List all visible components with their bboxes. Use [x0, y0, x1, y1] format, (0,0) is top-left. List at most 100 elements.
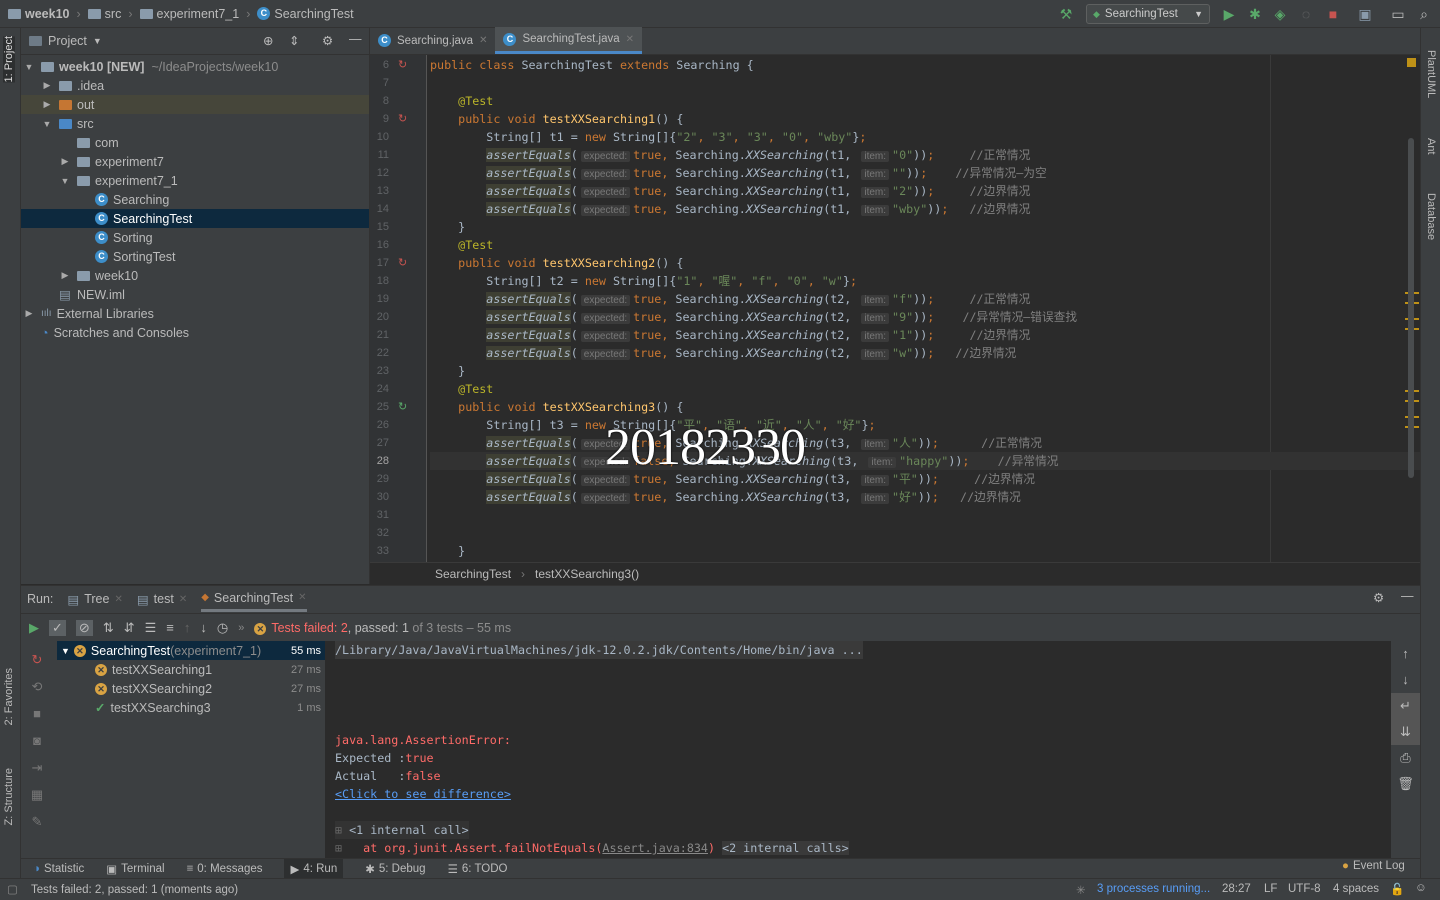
fold-icon[interactable]: ⊞: [335, 823, 349, 837]
collapse-all-icon[interactable]: ⇕: [289, 33, 299, 48]
click-to-see-difference-link[interactable]: <Click to see difference>: [335, 785, 511, 803]
hide-icon[interactable]: —: [1401, 589, 1414, 603]
run-icon[interactable]: ▶: [1221, 6, 1237, 22]
stop-icon[interactable]: ■: [1325, 6, 1341, 22]
expand-arrow-icon[interactable]: ▶: [23, 308, 35, 319]
console-output[interactable]: /Library/Java/JavaVirtualMachines/jdk-12…: [325, 641, 1391, 859]
pin-icon[interactable]: ✎: [27, 808, 47, 835]
up-icon[interactable]: ↑: [1391, 641, 1420, 667]
expand-arrow-icon[interactable]: ▶: [41, 80, 53, 91]
code-line[interactable]: assertEquals(expected: true, Searching.XX…: [430, 488, 1420, 506]
code-line[interactable]: }: [430, 218, 1420, 236]
tool-tab-run[interactable]: ▶ 4: Run: [284, 858, 344, 879]
code-line[interactable]: String[] t3 = new String[]{"平", "语", "近"…: [430, 416, 1420, 434]
code-area[interactable]: public class SearchingTest extends Searc…: [370, 55, 1420, 562]
favorites-tool-button[interactable]: 2: Favorites: [3, 668, 15, 725]
crumb-src[interactable]: src: [105, 7, 122, 21]
breadcrumb-class[interactable]: SearchingTest: [435, 567, 511, 581]
code-line[interactable]: assertEquals(expected: true, Searching.XX…: [430, 434, 1420, 452]
code-line[interactable]: assertEquals(expected: true, Searching.XX…: [430, 182, 1420, 200]
soft-wrap-icon[interactable]: ↵: [1391, 693, 1420, 719]
project-tree-item[interactable]: C Sorting: [21, 228, 369, 247]
expand-all-icon[interactable]: ☰: [145, 620, 157, 636]
code-line[interactable]: }: [430, 362, 1420, 380]
run-tab-searchingtest[interactable]: ◆ SearchingTest ✕: [201, 586, 307, 612]
camera-icon[interactable]: ◙: [27, 727, 47, 754]
crumb-week10[interactable]: week10: [25, 7, 69, 21]
code-line[interactable]: assertEquals(expected: true, Searching.XX…: [430, 146, 1420, 164]
code-line[interactable]: assertEquals(expected: false, Searching.X…: [430, 452, 1420, 470]
test-tree-item[interactable]: ✕ testXXSearching1 27 ms: [57, 660, 325, 679]
fold-icon[interactable]: ⊞: [335, 841, 363, 855]
collapse-all-icon[interactable]: ≡: [166, 620, 174, 635]
sort-duration-icon[interactable]: ⇵: [124, 620, 135, 636]
project-tree-item[interactable]: ◔ Scratches and Consoles: [21, 323, 369, 342]
debug-icon[interactable]: ✱: [1247, 6, 1263, 22]
project-tree-item[interactable]: com: [21, 133, 369, 152]
database-tool-button[interactable]: Database: [1425, 193, 1437, 240]
project-tree-item[interactable]: ▶ ıılı External Libraries: [21, 304, 369, 323]
test-tree-item[interactable]: ▼ ✕ SearchingTest (experiment7_1) 55 ms: [57, 641, 325, 660]
indent-setting[interactable]: 4 spaces: [1333, 883, 1379, 895]
close-icon[interactable]: ✕: [298, 592, 306, 603]
export-icon[interactable]: ⇥: [27, 754, 47, 781]
tool-tab-messages[interactable]: ≡ 0: Messages: [187, 863, 263, 875]
lock-icon[interactable]: 🔓: [1390, 882, 1404, 896]
crumb-class[interactable]: SearchingTest: [274, 7, 353, 21]
project-tree-item[interactable]: C Searching: [21, 190, 369, 209]
project-tree-item[interactable]: ▼ experiment7_1: [21, 171, 369, 190]
code-line[interactable]: assertEquals(expected: true, Searching.XX…: [430, 344, 1420, 362]
code-line[interactable]: assertEquals(expected: true, Searching.XX…: [430, 326, 1420, 344]
down-icon[interactable]: ↓: [1391, 667, 1420, 693]
tool-tab-todo[interactable]: ☰ 6: TODO: [448, 862, 508, 876]
editor-scrollbar[interactable]: [1408, 138, 1414, 478]
code-line[interactable]: [430, 506, 1420, 524]
build-hammer-icon[interactable]: ⚒: [1058, 6, 1074, 22]
gear-icon[interactable]: ⚙: [1373, 590, 1384, 605]
more-icon[interactable]: »: [238, 622, 244, 634]
gear-icon[interactable]: ⚙: [322, 33, 333, 48]
show-passed-toggle[interactable]: ✓: [49, 619, 66, 636]
rerun-icon[interactable]: ▶: [29, 620, 39, 636]
test-history-icon[interactable]: ◷: [217, 620, 228, 636]
run-tab-test[interactable]: ▤ test ✕: [137, 586, 187, 612]
project-tool-button[interactable]: 1: Project: [3, 36, 15, 83]
tool-tab-terminal[interactable]: ▣ Terminal: [106, 862, 164, 876]
code-line[interactable]: String[] t2 = new String[]{"1", "喔", "f"…: [430, 272, 1420, 290]
code-line[interactable]: @Test: [430, 92, 1420, 110]
next-failed-icon[interactable]: ↓: [200, 620, 207, 635]
file-encoding[interactable]: UTF-8: [1288, 883, 1321, 895]
project-structure-icon[interactable]: ▣: [1357, 6, 1373, 22]
close-icon[interactable]: ✕: [179, 594, 187, 605]
project-tree-item[interactable]: ▶ out: [21, 95, 369, 114]
layout-icon[interactable]: ▦: [27, 781, 47, 808]
internal-calls-fold[interactable]: <2 internal calls>: [722, 841, 849, 855]
show-ignored-toggle[interactable]: ⊘: [75, 619, 93, 636]
tool-tab-debug[interactable]: ✱ 5: Debug: [365, 862, 425, 876]
run-tab-tree[interactable]: ▤ Tree ✕: [67, 586, 122, 612]
code-line[interactable]: [430, 524, 1420, 542]
tool-tab-statistic[interactable]: ◑ Statistic: [33, 863, 84, 875]
stack-frame-link[interactable]: Assert.java:834: [602, 841, 708, 855]
close-icon[interactable]: ✕: [479, 35, 487, 46]
expand-arrow-icon[interactable]: ▶: [59, 270, 71, 281]
breadcrumb-method[interactable]: testXXSearching3(): [535, 567, 639, 581]
code-line[interactable]: assertEquals(expected: true, Searching.XX…: [430, 308, 1420, 326]
project-tree-item[interactable]: ▤ NEW.iml: [21, 285, 369, 304]
inspection-warning-icon[interactable]: [1407, 58, 1416, 67]
rerun-failed-icon[interactable]: ↻: [27, 646, 47, 673]
toggle-auto-test-icon[interactable]: ⟲: [27, 673, 47, 700]
expand-arrow-icon[interactable]: ▼: [61, 646, 70, 656]
ant-tool-button[interactable]: Ant: [1425, 138, 1437, 155]
locate-icon[interactable]: ⊕: [263, 33, 273, 48]
project-tree-item[interactable]: C SortingTest: [21, 247, 369, 266]
code-line[interactable]: assertEquals(expected: true, Searching.XX…: [430, 470, 1420, 488]
background-processes[interactable]: 3 processes running...: [1097, 883, 1210, 895]
code-line[interactable]: @Test: [430, 236, 1420, 254]
code-line[interactable]: String[] t1 = new String[]{"2", "3", "3"…: [430, 128, 1420, 146]
code-line[interactable]: assertEquals(expected: true, Searching.XX…: [430, 164, 1420, 182]
tab-searchingtest-java[interactable]: C SearchingTest.java ✕: [495, 27, 643, 54]
expand-arrow-icon[interactable]: ▶: [59, 156, 71, 167]
trash-icon[interactable]: 🗑: [1391, 771, 1420, 797]
sort-alpha-icon[interactable]: ⇅: [103, 620, 114, 636]
